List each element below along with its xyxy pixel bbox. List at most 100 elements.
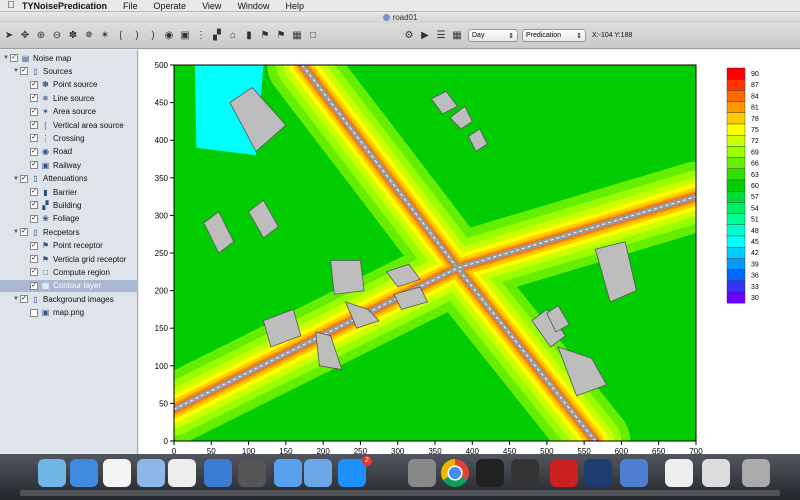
layer-checkbox[interactable]: ✓ xyxy=(30,201,38,210)
region-icon[interactable]: □ xyxy=(306,28,320,44)
layer-checkbox[interactable]: ✓ xyxy=(30,281,38,290)
layer-checkbox[interactable]: ✓ xyxy=(30,161,38,170)
building-icon[interactable]: ▞ xyxy=(210,28,224,44)
reminders-icon[interactable] xyxy=(168,459,196,487)
calculator-icon[interactable]: ▦ xyxy=(450,28,464,44)
grid-icon[interactable]: ▦ xyxy=(290,28,304,44)
bar-icon[interactable]: ▮ xyxy=(242,28,256,44)
tree-item[interactable]: ▼ ✓ ▯ Recpetors xyxy=(13,226,79,238)
layer-checkbox[interactable]: ✓ xyxy=(30,147,38,156)
zoom-out-icon[interactable]: ⊖ xyxy=(50,28,64,44)
trash-icon[interactable] xyxy=(742,459,770,487)
train-icon[interactable]: ▣ xyxy=(178,28,192,44)
chrome-icon[interactable] xyxy=(441,459,469,487)
zip-icon[interactable] xyxy=(702,459,730,487)
tree-item[interactable]: ✓ ❲ Vertical area source xyxy=(23,119,124,131)
wave2-icon[interactable]: ) xyxy=(130,28,144,44)
menu-view[interactable]: View xyxy=(202,1,221,11)
xcode-icon[interactable] xyxy=(204,459,232,487)
area-source-icon[interactable]: ✶ xyxy=(98,28,112,44)
noise-map-panel[interactable]: 0 50 100 150 200 250 300 350 400 450 500 550 600 650 7… xyxy=(139,50,800,456)
list-icon[interactable]: ☰ xyxy=(434,28,448,44)
wave-icon[interactable]: ❲ xyxy=(114,28,128,44)
flag-icon[interactable]: ⚑ xyxy=(258,28,272,44)
menu-operate[interactable]: Operate xyxy=(154,1,187,11)
tree-item[interactable]: ✓ ⋮ Crossing xyxy=(23,132,85,144)
tree-item[interactable]: ✓ ✶ Area source xyxy=(23,106,96,118)
move-icon[interactable]: ✥ xyxy=(18,28,32,44)
traffic-light-icon[interactable]: ⋮ xyxy=(194,28,208,44)
layer-checkbox[interactable]: ✓ xyxy=(30,94,38,103)
period-select[interactable]: Day ⇕ xyxy=(468,29,518,42)
terminal-icon[interactable] xyxy=(476,459,504,487)
tree-item[interactable]: ✓ ▣ Railway xyxy=(23,159,81,171)
tree-item[interactable]: ✓ □ Compute region xyxy=(23,266,110,278)
layer-checkbox[interactable]: ✓ xyxy=(30,134,38,143)
tree-item[interactable]: ✓ ⚑ Point receptor xyxy=(23,240,103,252)
wave3-icon[interactable]: ) xyxy=(146,28,160,44)
layer-checkbox[interactable]: ✓ xyxy=(20,295,28,304)
tree-item[interactable]: ▼ ✓ ▤ Noise map xyxy=(3,52,71,64)
preview2-icon[interactable] xyxy=(304,459,332,487)
layer-checkbox[interactable]: ✓ xyxy=(30,255,38,263)
finder-icon[interactable] xyxy=(38,459,66,487)
app-menu[interactable]: TYNoisePredication xyxy=(22,1,107,11)
layer-checkbox[interactable]: ✓ xyxy=(20,228,28,237)
tree-item[interactable]: ✓ ◉ Road xyxy=(23,146,72,158)
photos-icon[interactable] xyxy=(238,459,266,487)
layer-checkbox[interactable]: ✓ xyxy=(20,174,28,183)
play-icon[interactable]: ▶ xyxy=(418,28,432,44)
disclosure-triangle-icon[interactable]: ▼ xyxy=(3,55,10,61)
disclosure-triangle-icon[interactable]: ▼ xyxy=(13,68,20,74)
preview-icon[interactable] xyxy=(137,459,165,487)
layer-checkbox[interactable]: ✓ xyxy=(30,241,38,250)
layer-checkbox[interactable]: ✓ xyxy=(30,107,38,116)
menu-help[interactable]: Help xyxy=(285,1,304,11)
layer-checkbox[interactable]: ✓ xyxy=(20,67,28,76)
disclosure-triangle-icon[interactable]: ▼ xyxy=(13,229,20,235)
settings-gear-icon[interactable]: ⚙ xyxy=(402,28,416,44)
photoshop-icon[interactable] xyxy=(584,459,612,487)
tree-item[interactable]: ✓ ⚑ Verticla grid receptor xyxy=(23,253,126,265)
line-source-icon[interactable]: ✵ xyxy=(82,28,96,44)
tree-item[interactable]: ✓ ✵ Line source xyxy=(23,92,94,104)
layer-checkbox[interactable]: ✓ xyxy=(30,268,38,277)
safari-icon[interactable] xyxy=(70,459,98,487)
tree-item[interactable]: ✓ ▮ Barrier xyxy=(23,186,77,198)
menu-file[interactable]: File xyxy=(123,1,138,11)
tree-item[interactable]: ✓ ❀ Foliage xyxy=(23,213,79,225)
arrow-icon[interactable]: ➤ xyxy=(2,28,16,44)
mode-select[interactable]: Predication ⇕ xyxy=(522,29,586,42)
layer-checkbox[interactable]: ✓ xyxy=(30,80,38,89)
qq-icon[interactable] xyxy=(511,459,539,487)
menu-window[interactable]: Window xyxy=(237,1,269,11)
disclosure-triangle-icon[interactable]: ▼ xyxy=(13,176,20,182)
tree-item[interactable]: ▼ ✓ ▯ Background images xyxy=(13,293,114,305)
tree-item[interactable]: ✓ ✽ Point source xyxy=(23,79,97,91)
point-source-icon[interactable]: ✽ xyxy=(66,28,80,44)
layer-checkbox[interactable] xyxy=(30,308,38,317)
layer-checkbox[interactable]: ✓ xyxy=(30,121,38,129)
itunes-icon[interactable] xyxy=(274,459,302,487)
layer-checkbox[interactable]: ✓ xyxy=(30,188,38,196)
zoom-in-icon[interactable]: ⊕ xyxy=(34,28,48,44)
layer-checkbox[interactable]: ✓ xyxy=(10,54,18,62)
app-store-icon[interactable]: 2 xyxy=(338,456,372,487)
tree-item[interactable]: ▣ map.png xyxy=(23,307,84,319)
layer-checkbox[interactable]: ✓ xyxy=(30,214,38,223)
acrobat-icon[interactable] xyxy=(550,459,578,487)
system-prefs-icon[interactable] xyxy=(408,459,436,487)
noise-contour-map[interactable]: 0 50 100 150 200 250 300 350 400 450 500 550 600 650 7… xyxy=(139,50,800,456)
tree-item[interactable]: ✓ ▦ Contour layer xyxy=(0,279,138,292)
disclosure-triangle-icon[interactable]: ▼ xyxy=(13,296,20,302)
calendar-icon[interactable] xyxy=(103,459,131,487)
tree-item[interactable]: ▼ ✓ ▯ Sources xyxy=(13,65,72,77)
flag2-icon[interactable]: ⚑ xyxy=(274,28,288,44)
tree-item[interactable]: ✓ ▞ Building xyxy=(23,199,81,211)
car-icon[interactable]: ◉ xyxy=(162,28,176,44)
audio-icon[interactable] xyxy=(620,459,648,487)
apple-menu-icon[interactable]:  xyxy=(0,0,22,11)
house-icon[interactable]: ⌂ xyxy=(226,28,240,44)
window-titlebar[interactable]: road01 xyxy=(0,12,800,23)
document-icon[interactable] xyxy=(665,459,693,487)
